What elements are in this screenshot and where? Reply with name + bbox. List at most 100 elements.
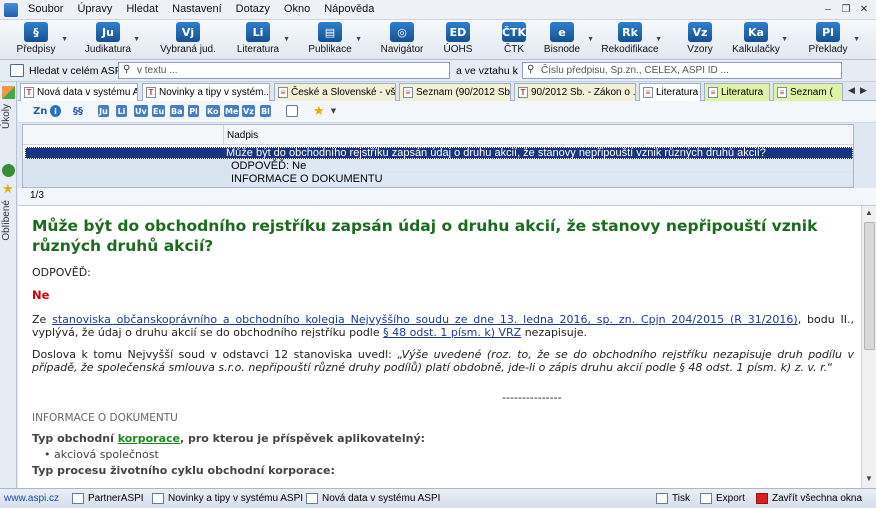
search-label[interactable]: Hledat v celém ASPI: [29, 65, 125, 77]
tab-seznam[interactable]: ≡ Seznam (: [773, 83, 843, 101]
document-scrollbar[interactable]: ▲ ▼: [861, 206, 876, 488]
menu-nastaveni[interactable]: Nastavení: [172, 3, 222, 15]
tab-label: České a Slovenské - vše...: [291, 87, 396, 98]
print-button[interactable]: Tisk: [656, 493, 690, 504]
ribbon-judikatura-button[interactable]: Ju Judikatura ▼: [78, 22, 140, 58]
ukoly-tab[interactable]: Úkoly: [1, 104, 12, 129]
menu-upravy[interactable]: Úpravy: [77, 3, 112, 15]
favorite-star-icon[interactable]: ★: [312, 104, 326, 119]
tab-nova-data[interactable]: T Nová data v systému A...: [20, 83, 138, 101]
menu-soubor[interactable]: Soubor: [28, 3, 63, 15]
ribbon-bisnode-button[interactable]: e Bisnode ▼: [532, 22, 594, 58]
menu-okno[interactable]: Okno: [284, 3, 310, 15]
ribbon-label: Rekodifikace: [601, 44, 659, 55]
result-line-answer[interactable]: ODPOVĚĎ: Ne: [231, 160, 853, 172]
tab-scroll-left-icon[interactable]: ◀: [848, 85, 855, 96]
toolbar-me-button[interactable]: Me: [224, 105, 240, 117]
status-partneraspi[interactable]: PartnerASPI: [72, 493, 144, 504]
ribbon-uohs-button[interactable]: ED ÚOHS: [428, 22, 488, 58]
results-counter-bar: 1/3: [18, 188, 876, 206]
ribbon-predpisy-button[interactable]: § Předpisy ▼: [6, 22, 68, 58]
ribbon-rekodifikace-button[interactable]: Rk Rekodifikace ▼: [600, 22, 662, 58]
ribbon-vzory-button[interactable]: Vz Vzory: [670, 22, 730, 58]
tab-ceske-slovenske[interactable]: ≡České a Slovenské - vše...: [274, 83, 396, 101]
minimize-icon[interactable]: –: [820, 2, 836, 17]
toolbar-zn-button[interactable]: Zn: [32, 105, 48, 117]
dropdown-arrow-icon[interactable]: ▼: [587, 36, 594, 43]
ribbon-navigator-button[interactable]: ◎ Navigátor: [372, 22, 432, 58]
close-icon[interactable]: ✕: [856, 2, 872, 17]
toolbar-ju-button[interactable]: Ju: [98, 105, 109, 117]
info-icon[interactable]: i: [50, 105, 61, 117]
ribbon-preklady-button[interactable]: Pl Překlady ▼: [798, 22, 860, 58]
relation-label: a ve vztahu k: [456, 65, 518, 77]
tab-literatura-active[interactable]: ≡ Literatura: [639, 83, 701, 101]
selected-result-row[interactable]: Může být do obchodního rejstříku zapsán …: [25, 147, 853, 159]
korporace-link[interactable]: korporace: [118, 432, 180, 445]
tab-scroll-right-icon[interactable]: ▶: [860, 85, 867, 96]
scroll-up-icon[interactable]: ▲: [865, 208, 873, 217]
info-korporace: Typ obchodní korporace, pro kterou je př…: [32, 432, 854, 445]
toolbar-bl-button[interactable]: Bl: [260, 105, 271, 117]
toolbar-eu-button[interactable]: Eu: [152, 105, 166, 117]
toolbar-li-button[interactable]: Li: [116, 105, 127, 117]
toolbar-pl-button[interactable]: Pl: [188, 105, 199, 117]
list-icon: ≡: [278, 87, 288, 98]
column-nadpis[interactable]: Nadpis: [227, 130, 258, 141]
ribbon-publikace-button[interactable]: ▤ Publikace ▼: [300, 22, 362, 58]
toolbar-paragraph-button[interactable]: §§: [72, 105, 84, 117]
toolbar-uv-button[interactable]: Uv: [134, 105, 148, 117]
dropdown-arrow-icon[interactable]: ▼: [655, 36, 662, 43]
dropdown-arrow-icon[interactable]: ▼: [283, 36, 290, 43]
result-line-info[interactable]: INFORMACE O DOKUMENTU: [231, 173, 853, 185]
rekodifikace-icon: Rk: [618, 22, 642, 42]
dropdown-arrow-icon[interactable]: ▼: [133, 36, 140, 43]
aspi-url-link[interactable]: www.aspi.cz: [4, 493, 59, 504]
windows-tiles-icon[interactable]: [2, 86, 15, 99]
menu-dotazy[interactable]: Dotazy: [236, 3, 270, 15]
dropdown-arrow-icon[interactable]: ▼: [355, 36, 362, 43]
status-label: Export: [716, 493, 745, 504]
status-novinky[interactable]: Novinky a tipy v systému ASPI: [152, 493, 303, 504]
predpisy-icon: §: [24, 22, 48, 42]
print-icon[interactable]: [286, 105, 298, 117]
scroll-down-icon[interactable]: ▼: [865, 474, 873, 483]
tab-label: Seznam (90/2012 Sb.): [416, 87, 511, 98]
paragraph-2: Doslova k tomu Nejvyšší soud v odstavci …: [32, 348, 854, 374]
favorite-dropdown-icon[interactable]: ▼: [328, 105, 339, 117]
menu-items: Soubor Úpravy Hledat Nastavení Dotazy Ok…: [28, 3, 374, 15]
stanovisko-link[interactable]: stanoviska občanskoprávního a obchodního…: [52, 313, 798, 326]
app-icon[interactable]: [4, 3, 18, 17]
tab-literatura[interactable]: ≡ Literatura: [704, 83, 770, 101]
search-number-input[interactable]: ⚲ Číslu předpisu, Sp.zn., CELEX, ASPI ID …: [522, 62, 842, 79]
tab-zakon-90-2012[interactable]: T 90/2012 Sb. - Zákon o ...: [514, 83, 636, 101]
dropdown-arrow-icon[interactable]: ▼: [781, 36, 788, 43]
toolbar-vz-button[interactable]: Vz: [242, 105, 255, 117]
ribbon-vybrana-jud-button[interactable]: Vj Vybraná jud.: [158, 22, 218, 58]
star-icon[interactable]: ★: [2, 182, 15, 195]
vrz-paragraph-link[interactable]: § 48 odst. 1 písm. k) VRZ: [383, 326, 521, 339]
close-all-button[interactable]: Zavřít všechna okna: [756, 493, 862, 504]
menu-napoveda[interactable]: Nápověda: [324, 3, 374, 15]
export-button[interactable]: Export: [700, 493, 745, 504]
p1-text: nezapisuje.: [521, 326, 588, 339]
ribbon-kalkulacky-button[interactable]: Ka Kalkulačky ▼: [726, 22, 788, 58]
toolbar-ko-button[interactable]: Ko: [206, 105, 220, 117]
uohs-icon: ED: [446, 22, 470, 42]
restore-icon[interactable]: ❐: [838, 2, 854, 17]
dropdown-arrow-icon[interactable]: ▼: [61, 36, 68, 43]
toolbar-ba-button[interactable]: Ba: [170, 105, 184, 117]
ribbon-literatura-button[interactable]: Li Literatura ▼: [228, 22, 290, 58]
tab-novinky[interactable]: T Novinky a tipy v systém...: [142, 83, 270, 101]
tab-seznam-90-2012[interactable]: ≡ Seznam (90/2012 Sb.): [399, 83, 511, 101]
search-text-input[interactable]: ⚲ v textu ...: [118, 62, 450, 79]
answer-value: Ne: [32, 288, 50, 302]
oblibene-tab[interactable]: Oblíbené: [1, 200, 12, 241]
tab-label: Literatura: [656, 87, 699, 98]
search-icon: ⚲: [123, 64, 131, 75]
status-nova-data[interactable]: Nová data v systému ASPI: [306, 493, 440, 504]
dropdown-arrow-icon[interactable]: ▼: [853, 36, 860, 43]
back-arrow-icon[interactable]: [2, 164, 15, 177]
scroll-thumb[interactable]: [864, 222, 875, 350]
menu-hledat[interactable]: Hledat: [126, 3, 158, 15]
